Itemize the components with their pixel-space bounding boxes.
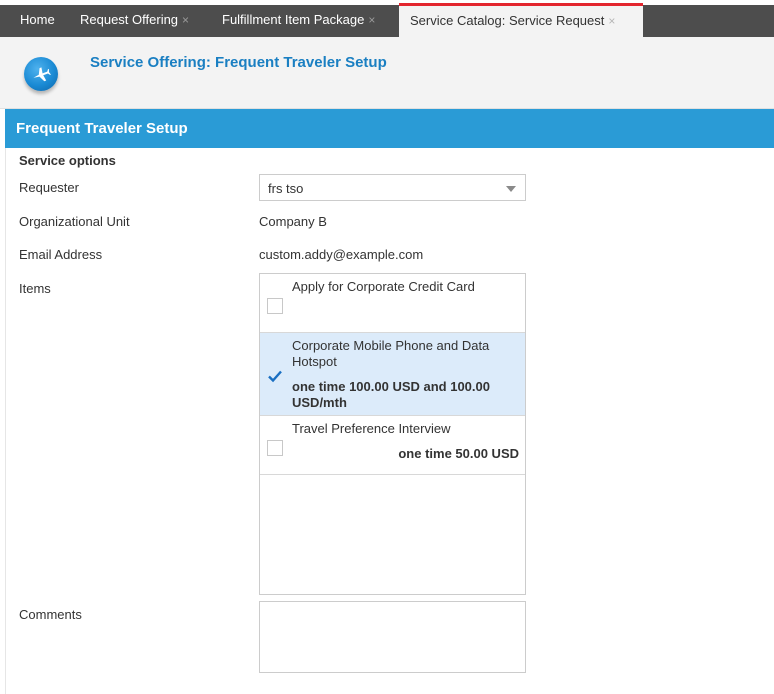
requester-value: frs tso — [268, 181, 304, 196]
items-label: Items — [19, 281, 51, 296]
chevron-down-icon[interactable] — [506, 186, 516, 192]
close-icon[interactable]: × — [608, 14, 615, 28]
email-label: Email Address — [19, 247, 103, 262]
item-price: one time 100.00 USD and 100.00 USD/mth — [292, 379, 490, 410]
tab-fulfillment-item-package[interactable]: Fulfillment Item Package × — [222, 5, 375, 37]
tab-service-request[interactable]: Service Catalog: Service Request × — [399, 3, 643, 37]
comments-label: Comments — [19, 607, 82, 622]
tab-home[interactable]: Home — [20, 5, 55, 37]
tab-label: Home — [20, 12, 55, 27]
item-checkbox[interactable] — [267, 298, 283, 314]
item-name: Apply for Corporate Credit Card — [292, 279, 475, 294]
org-unit-label: Organizational Unit — [19, 214, 130, 229]
requester-label: Requester — [19, 180, 79, 195]
item-price: one time 50.00 USD — [398, 446, 519, 461]
requester-select[interactable]: frs tso — [259, 174, 526, 201]
close-icon[interactable]: × — [368, 13, 375, 27]
tab-request-offering[interactable]: Request Offering × — [80, 5, 189, 37]
checkmark-icon — [268, 370, 282, 383]
comments-field[interactable] — [259, 601, 526, 673]
tab-bar: Home Request Offering × Fulfillment Item … — [0, 0, 774, 37]
close-icon[interactable]: × — [182, 13, 189, 27]
section-title: Frequent Traveler Setup — [16, 120, 188, 137]
page-header: Service Offering: Frequent Traveler Setu… — [0, 37, 774, 109]
airplane-icon — [24, 57, 58, 91]
list-item[interactable]: Apply for Corporate Credit Card — [260, 274, 525, 333]
item-name: Corporate Mobile Phone and Data Hotspot — [292, 338, 490, 369]
tab-label: Request Offering — [80, 12, 179, 27]
item-checkbox[interactable] — [267, 440, 283, 456]
org-unit-value: Company B — [259, 214, 327, 229]
tab-label: Fulfillment Item Package — [222, 12, 365, 27]
list-item[interactable]: Travel Preference Interview one time 50.… — [260, 416, 525, 475]
item-checkbox[interactable] — [267, 368, 283, 384]
page-title: Service Offering: Frequent Traveler Setu… — [90, 54, 387, 71]
items-list[interactable]: Apply for Corporate Credit Card Corporat… — [259, 273, 526, 595]
tab-label: Service Catalog: Service Request — [410, 13, 605, 28]
section-header: Frequent Traveler Setup — [5, 109, 774, 148]
email-value: custom.addy@example.com — [259, 247, 424, 262]
list-item[interactable]: Corporate Mobile Phone and Data Hotspot … — [260, 333, 525, 416]
service-options-heading: Service options — [19, 153, 116, 168]
item-name: Travel Preference Interview — [292, 421, 451, 436]
